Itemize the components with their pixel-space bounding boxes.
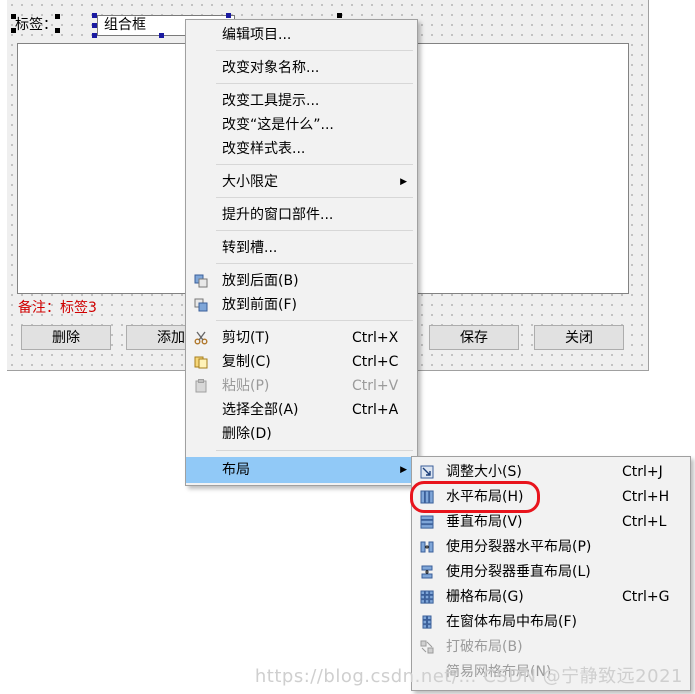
menu-item-label: 剪切(T) [222, 330, 270, 346]
menu-item-label: 放到前面(F) [222, 297, 297, 313]
menu-item-select-all[interactable]: 选择全部(A) Ctrl+A [186, 398, 417, 422]
menu-item-send-to-back[interactable]: 放到后面(B) [186, 269, 417, 293]
menu-item-label: 提升的窗口部件... [222, 207, 334, 223]
menu-separator [216, 230, 413, 231]
selection-handle[interactable] [92, 13, 97, 18]
submenu-item-grid-layout[interactable]: 栅格布局(G) Ctrl+G [412, 585, 690, 609]
menu-item-shortcut: Ctrl+J [622, 464, 663, 480]
menu-separator [216, 164, 413, 165]
menu-separator [216, 450, 413, 451]
save-button[interactable]: 保存 [429, 325, 519, 350]
selection-handle[interactable] [92, 33, 97, 38]
submenu-item-h-splitter-layout[interactable]: 使用分裂器水平布局(P) [412, 535, 690, 559]
note-label: 备注：标签3 [18, 300, 97, 316]
menu-separator [216, 197, 413, 198]
submenu-arrow-icon: ▶ [400, 177, 407, 187]
delete-button[interactable]: 删除 [21, 325, 111, 350]
menu-item-label: 改变工具提示... [222, 93, 320, 109]
menu-item-promote-widget[interactable]: 提升的窗口部件... [186, 203, 417, 227]
break-layout-icon [420, 640, 434, 654]
v-splitter-icon [421, 565, 433, 579]
menu-item-label: 放到后面(B) [222, 273, 299, 289]
copy-icon [194, 356, 208, 369]
menu-item-shortcut: Ctrl+L [622, 514, 667, 530]
menu-item-cut[interactable]: 剪切(T) Ctrl+X [186, 326, 417, 350]
grid-layout-icon [420, 590, 434, 604]
annotation-highlight-circle [410, 481, 540, 513]
menu-item-shortcut: Ctrl+C [352, 354, 399, 370]
submenu-item-form-layout[interactable]: 在窗体布局中布局(F) [412, 610, 690, 634]
form-layout-icon [422, 615, 432, 629]
adjust-size-icon [420, 465, 434, 479]
submenu-arrow-icon: ▶ [400, 465, 407, 475]
menu-item-paste: 粘贴(P) Ctrl+V [186, 374, 417, 398]
vertical-layout-icon [420, 515, 434, 529]
menu-item-label: 使用分裂器水平布局(P) [446, 539, 592, 555]
paste-icon [195, 379, 207, 393]
menu-item-label: 删除(D) [222, 426, 272, 442]
menu-item-label: 大小限定 [222, 174, 278, 190]
menu-item-label: 粘贴(P) [222, 378, 270, 394]
menu-separator [216, 263, 413, 264]
context-menu: 编辑项目... 改变对象名称... 改变工具提示... 改变“这是什么”... … [185, 19, 418, 486]
menu-item-shortcut: Ctrl+A [352, 402, 399, 418]
selection-handle[interactable] [55, 14, 60, 19]
submenu-item-v-splitter-layout[interactable]: 使用分裂器垂直布局(L) [412, 560, 690, 584]
submenu-item-break-layout: 打破布局(B) [412, 635, 690, 659]
menu-separator [216, 50, 413, 51]
menu-item-label: 改变样式表... [222, 141, 306, 157]
menu-separator [216, 83, 413, 84]
menu-item-change-stylesheet[interactable]: 改变样式表... [186, 137, 417, 161]
menu-item-shortcut: Ctrl+X [352, 330, 399, 346]
menu-item-label: 垂直布局(V) [446, 514, 523, 530]
menu-item-change-tooltip[interactable]: 改变工具提示... [186, 89, 417, 113]
menu-item-shortcut: Ctrl+G [622, 589, 670, 605]
selection-handle[interactable] [337, 13, 342, 18]
menu-item-shortcut: Ctrl+H [622, 489, 670, 505]
menu-item-label: 复制(C) [222, 354, 271, 370]
menu-item-label: 使用分裂器垂直布局(L) [446, 564, 591, 580]
menu-item-shortcut: Ctrl+V [352, 378, 399, 394]
menu-item-edit-items[interactable]: 编辑项目... [186, 23, 417, 47]
selection-handle[interactable] [55, 28, 60, 33]
menu-item-label: 栅格布局(G) [446, 589, 524, 605]
menu-item-label: 改变对象名称... [222, 60, 320, 76]
scissors-icon [194, 331, 208, 345]
selection-handle[interactable] [11, 14, 16, 19]
menu-item-label: 选择全部(A) [222, 402, 299, 418]
menu-item-change-object-name[interactable]: 改变对象名称... [186, 56, 417, 80]
submenu-item-vertical-layout[interactable]: 垂直布局(V) Ctrl+L [412, 510, 690, 534]
menu-item-copy[interactable]: 复制(C) Ctrl+C [186, 350, 417, 374]
menu-item-layout[interactable]: 布局 ▶ [186, 457, 417, 483]
menu-item-label: 在窗体布局中布局(F) [446, 614, 577, 630]
menu-item-label: 改变“这是什么”... [222, 117, 334, 133]
menu-item-label: 布局 [222, 462, 250, 478]
combobox-text: 组合框 [104, 17, 146, 33]
close-button[interactable]: 关闭 [534, 325, 624, 350]
h-splitter-icon [420, 541, 434, 553]
watermark: https://blog.csdn.net/… CSDN @宁静致远2021 [254, 666, 683, 687]
menu-item-size-constraints[interactable]: 大小限定 ▶ [186, 170, 417, 194]
selection-handle[interactable] [92, 23, 97, 28]
menu-item-label: 编辑项目... [222, 27, 292, 43]
menu-item-change-whats-this[interactable]: 改变“这是什么”... [186, 113, 417, 137]
menu-item-bring-to-front[interactable]: 放到前面(F) [186, 293, 417, 317]
menu-separator [216, 320, 413, 321]
menu-item-label: 转到槽... [222, 240, 278, 256]
menu-item-label: 打破布局(B) [446, 639, 523, 655]
bring-to-front-icon [194, 298, 208, 312]
menu-item-go-to-slot[interactable]: 转到槽... [186, 236, 417, 260]
selection-handle[interactable] [159, 33, 164, 38]
menu-item-delete[interactable]: 删除(D) [186, 422, 417, 446]
label-widget[interactable]: 标签： [15, 14, 57, 34]
selection-handle[interactable] [226, 13, 231, 18]
selection-handle[interactable] [11, 28, 16, 33]
send-to-back-icon [194, 274, 208, 288]
